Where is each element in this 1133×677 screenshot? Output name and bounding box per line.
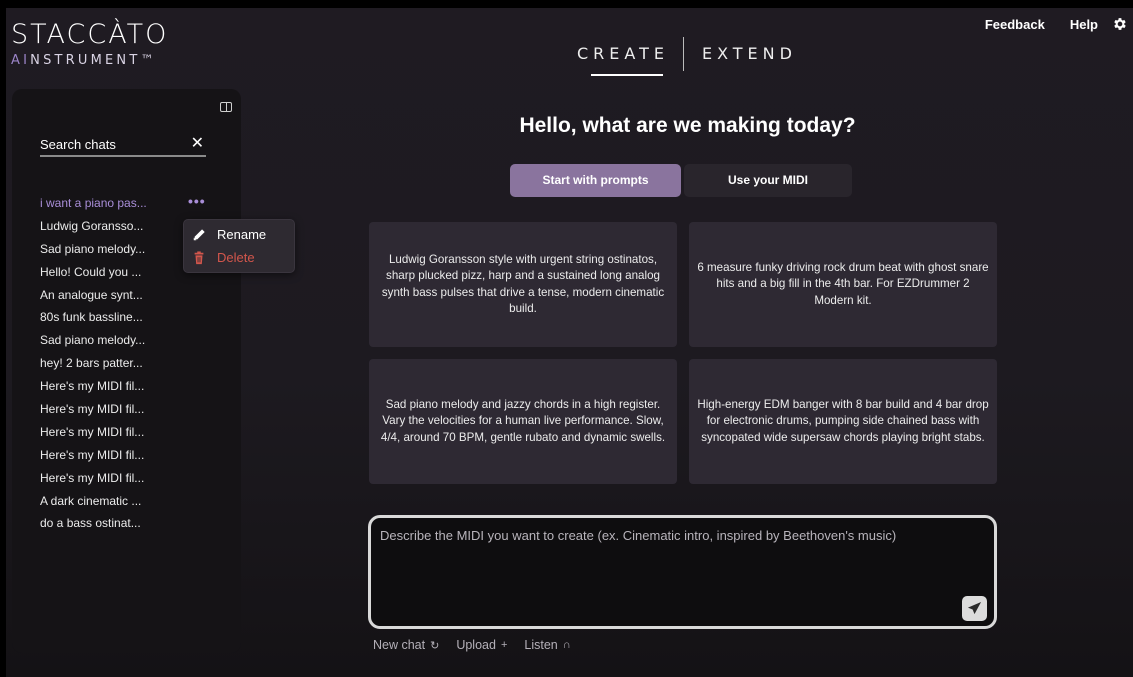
prompt-input[interactable] bbox=[380, 528, 980, 608]
staccato-logo[interactable]: STACCÀTO AINSTRUMENT™ bbox=[11, 19, 169, 69]
logo-tagline-rest: NSTRUMENT™ bbox=[30, 53, 157, 68]
mode-nav: CREATE EXTEND bbox=[577, 37, 797, 76]
logo-wordmark: STACCÀTO bbox=[11, 19, 169, 50]
new-chat-button[interactable]: New chat ↻ bbox=[373, 638, 439, 652]
chat-context-menu: Rename Delete bbox=[183, 219, 295, 273]
tab-extend[interactable]: EXTEND bbox=[702, 44, 797, 71]
use-your-midi-button[interactable]: Use your MIDI bbox=[684, 164, 852, 197]
tab-create[interactable]: CREATE bbox=[577, 44, 669, 76]
pencil-icon bbox=[193, 228, 205, 240]
feedback-link[interactable]: Feedback bbox=[985, 17, 1045, 32]
chat-item[interactable]: Ludwig Goransso... bbox=[40, 215, 147, 238]
delete-label: Delete bbox=[217, 250, 255, 265]
chat-item[interactable]: Here's my MIDI fil... bbox=[40, 444, 147, 467]
header-links: Feedback Help bbox=[960, 16, 1128, 32]
search-input[interactable] bbox=[40, 133, 180, 155]
chat-item[interactable]: Here's my MIDI fil... bbox=[40, 375, 147, 398]
chat-item[interactable]: i want a piano pas... bbox=[40, 192, 147, 215]
chat-list: i want a piano pas... Ludwig Goransso...… bbox=[40, 192, 147, 535]
prompt-suggestion-card[interactable]: Ludwig Goransson style with urgent strin… bbox=[369, 222, 677, 347]
page-title: Hello, what are we making today? bbox=[519, 114, 856, 137]
upload-label: Upload bbox=[456, 638, 496, 652]
trash-icon bbox=[194, 250, 204, 264]
sidebar-collapse-icon[interactable] bbox=[220, 102, 232, 112]
prompt-suggestion-card[interactable]: High-energy EDM banger with 8 bar build … bbox=[689, 359, 997, 484]
send-button[interactable] bbox=[962, 596, 987, 621]
chat-item[interactable]: Hello! Could you ... bbox=[40, 261, 147, 284]
chat-item[interactable]: do a bass ostinat... bbox=[40, 512, 147, 535]
chat-item[interactable]: Here's my MIDI fil... bbox=[40, 398, 147, 421]
chat-more-icon[interactable]: ••• bbox=[188, 192, 206, 210]
send-icon bbox=[967, 601, 982, 615]
rename-menu-item[interactable]: Rename bbox=[192, 227, 266, 242]
chat-item[interactable]: Here's my MIDI fil... bbox=[40, 421, 147, 444]
listen-label: Listen bbox=[524, 638, 558, 652]
chat-item[interactable]: 80s funk bassline... bbox=[40, 306, 147, 329]
composer-actions: New chat ↻ Upload + Listen ∩ bbox=[373, 638, 588, 652]
logo-tagline: AINSTRUMENT™ bbox=[11, 53, 168, 68]
chat-item[interactable]: Sad piano melody... bbox=[40, 238, 147, 261]
delete-menu-item[interactable]: Delete bbox=[192, 250, 255, 265]
chat-item[interactable]: Sad piano melody... bbox=[40, 329, 147, 352]
chat-item[interactable]: hey! 2 bars patter... bbox=[40, 352, 147, 375]
upload-button[interactable]: Upload + bbox=[456, 638, 507, 652]
help-link[interactable]: Help bbox=[1070, 17, 1098, 32]
chat-item[interactable]: Here's my MIDI fil... bbox=[40, 467, 147, 490]
prompt-suggestion-card[interactable]: Sad piano melody and jazzy chords in a h… bbox=[369, 359, 677, 484]
app-window: STACCÀTO AINSTRUMENT™ CREATE EXTEND Feed… bbox=[6, 8, 1133, 677]
chat-item[interactable]: A dark cinematic ... bbox=[40, 490, 147, 513]
rename-label: Rename bbox=[217, 227, 267, 242]
prompt-suggestion-text: High-energy EDM banger with 8 bar build … bbox=[697, 397, 989, 444]
refresh-icon: ↻ bbox=[430, 639, 440, 652]
chat-sidebar: ✕ i want a piano pas... Ludwig Goransso.… bbox=[12, 89, 241, 653]
prompt-suggestion-text: Sad piano melody and jazzy chords in a h… bbox=[380, 397, 666, 444]
plus-icon: + bbox=[500, 639, 508, 651]
new-chat-label: New chat bbox=[373, 638, 426, 652]
prompt-suggestion-card[interactable]: 6 measure funky driving rock drum beat w… bbox=[689, 222, 997, 347]
prompt-suggestion-text: Ludwig Goransson style with urgent strin… bbox=[381, 252, 665, 316]
start-with-prompts-button[interactable]: Start with prompts bbox=[510, 164, 681, 197]
listen-button[interactable]: Listen ∩ bbox=[524, 638, 570, 652]
prompt-suggestion-text: 6 measure funky driving rock drum beat w… bbox=[697, 260, 989, 307]
logo-tagline-ai: AI bbox=[11, 53, 31, 68]
nav-divider bbox=[682, 37, 684, 71]
search-chats: ✕ bbox=[40, 133, 206, 157]
gear-icon[interactable] bbox=[1112, 16, 1128, 32]
clear-search-icon[interactable]: ✕ bbox=[191, 135, 204, 153]
prompt-composer bbox=[368, 515, 997, 629]
chat-item[interactable]: An analogue synt... bbox=[40, 284, 147, 307]
headphones-icon: ∩ bbox=[562, 639, 571, 651]
input-mode-toggle: Start with prompts Use your MIDI bbox=[510, 164, 852, 197]
